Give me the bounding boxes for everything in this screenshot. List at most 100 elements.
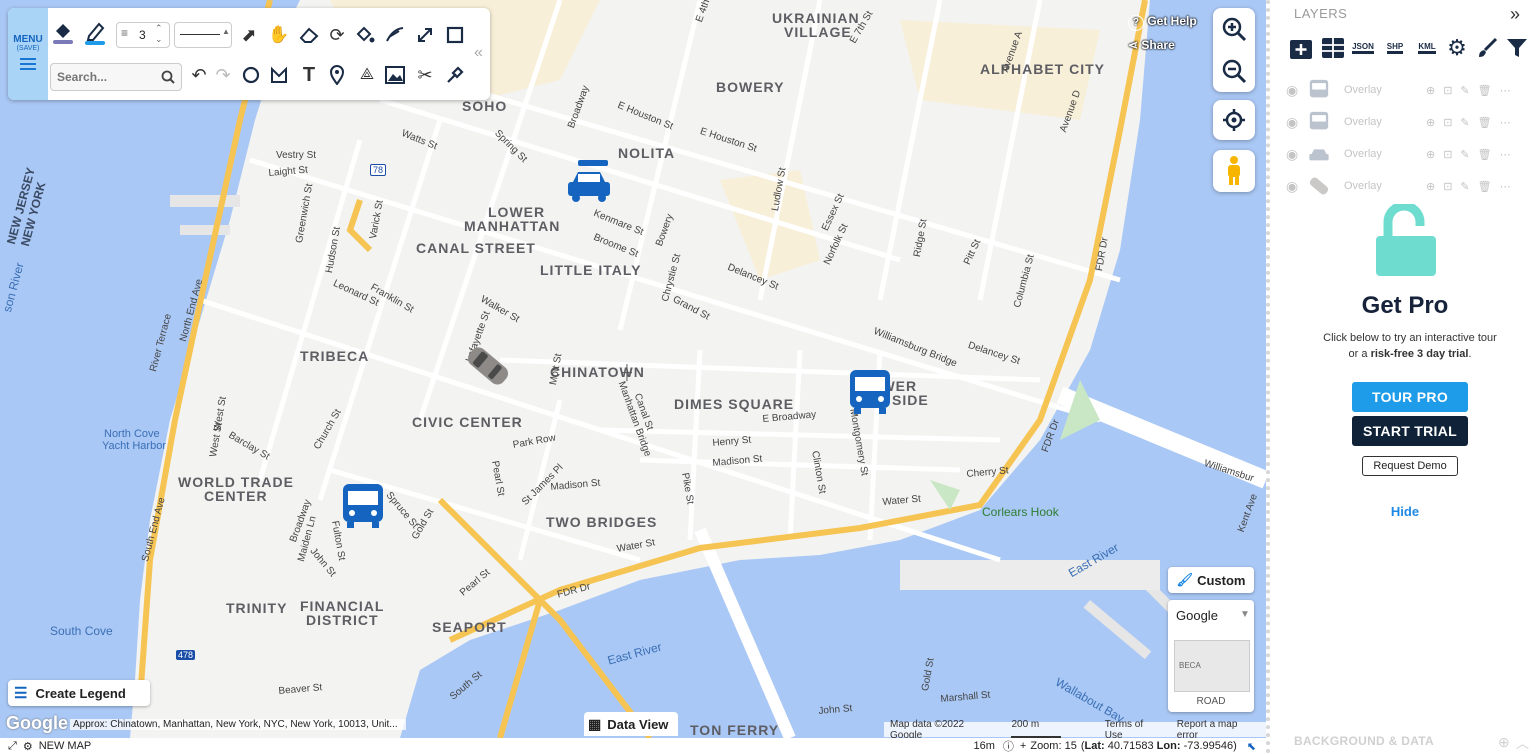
layer-row[interactable]: ◉ Overlay ⊕⊡✎🗑⋯ bbox=[1286, 172, 1532, 200]
expand-icon[interactable]: ⤢ bbox=[8, 740, 17, 753]
redo-button[interactable]: ↷ bbox=[212, 64, 234, 86]
refresh-button[interactable]: ⟳ bbox=[326, 24, 348, 46]
eraser-tool-button[interactable] bbox=[298, 24, 320, 46]
bus-marker[interactable] bbox=[848, 368, 892, 419]
chevron-up-icon[interactable]: ︿ bbox=[1516, 733, 1529, 752]
neighborhood-label: TWO BRIDGES bbox=[546, 514, 658, 530]
select-tool-button[interactable]: ⬈ bbox=[238, 24, 260, 46]
import-kml-button[interactable]: KML bbox=[1414, 34, 1440, 62]
polygon-tool-button[interactable] bbox=[268, 64, 290, 86]
map-thumbnail[interactable]: BECA bbox=[1174, 640, 1250, 692]
paintbrush-icon bbox=[1479, 37, 1498, 57]
fill-color-button[interactable] bbox=[52, 22, 74, 44]
custom-style-button[interactable]: 🖌 Custom bbox=[1168, 567, 1254, 593]
collapse-panel-icon[interactable]: » bbox=[1510, 4, 1520, 25]
share-link[interactable]: ⋖ Share bbox=[1128, 38, 1175, 52]
visibility-eye-icon[interactable]: ◉ bbox=[1286, 114, 1298, 131]
add-layer-button[interactable] bbox=[1288, 34, 1314, 62]
cut-tool-button[interactable]: ✂ bbox=[414, 64, 436, 86]
import-json-button[interactable]: JSON bbox=[1350, 34, 1376, 62]
import-shp-button[interactable]: SHP bbox=[1382, 34, 1408, 62]
eyedropper-button[interactable] bbox=[444, 64, 466, 86]
request-demo-button[interactable]: Request Demo bbox=[1362, 456, 1458, 476]
layer-actions-icon[interactable]: ⊕⊡✎🗑⋯ bbox=[1426, 148, 1519, 161]
search-icon[interactable] bbox=[161, 70, 175, 84]
water-label: North Cove bbox=[104, 428, 160, 440]
car-marker[interactable] bbox=[466, 342, 510, 393]
hide-link[interactable]: Hide bbox=[1270, 504, 1536, 519]
visibility-eye-icon[interactable]: ◉ bbox=[1286, 82, 1298, 99]
neighborhood-label: CENTER bbox=[204, 488, 268, 504]
layer-actions-icon[interactable]: ⊕⊡✎🗑⋯ bbox=[1426, 180, 1519, 193]
info-icon[interactable]: ⓘ bbox=[1003, 738, 1014, 754]
neighborhood-label: BOWERY bbox=[716, 79, 785, 95]
text-icon: T bbox=[302, 63, 316, 86]
line-width-stepper[interactable]: ≡ 3 ⌃ ⌄ bbox=[116, 22, 170, 48]
car-repair-marker[interactable] bbox=[566, 158, 612, 209]
add-layer-icon bbox=[1290, 40, 1312, 59]
undo-button[interactable]: ↶ bbox=[188, 64, 210, 86]
visibility-eye-icon[interactable]: ◉ bbox=[1286, 178, 1298, 195]
map-name[interactable]: NEW MAP bbox=[39, 740, 92, 752]
bus-marker[interactable] bbox=[341, 482, 385, 533]
freehand-tool-button[interactable] bbox=[384, 24, 406, 46]
neighborhood-label: TRIBECA bbox=[300, 348, 370, 364]
text-tool-button[interactable]: T bbox=[298, 64, 320, 86]
search-input[interactable] bbox=[51, 64, 159, 90]
measure-tool-button[interactable]: ⟁ bbox=[356, 64, 378, 86]
add-circle-icon[interactable]: ⊕ bbox=[1498, 734, 1510, 751]
neighborhood-label: DISTRICT bbox=[306, 612, 379, 628]
menu-label: MENU bbox=[13, 34, 43, 45]
table-layer-button[interactable] bbox=[1320, 34, 1346, 62]
car-icon bbox=[467, 347, 509, 385]
collapse-toolbar-button[interactable]: « bbox=[474, 44, 483, 62]
eyedropper-icon bbox=[447, 66, 464, 83]
rectangle-tool-button[interactable] bbox=[444, 24, 466, 46]
search-field[interactable] bbox=[50, 63, 182, 91]
settings-button[interactable]: ⚙ bbox=[1444, 34, 1470, 62]
layer-row[interactable]: ◉ Overlay ⊕⊡✎🗑⋯ bbox=[1286, 76, 1532, 104]
marker-tool-button[interactable] bbox=[326, 64, 348, 86]
locate-button[interactable] bbox=[1213, 100, 1255, 140]
crosshair-cursor-icon: ┼ bbox=[622, 364, 632, 380]
get-help-link[interactable]: ? Get Help bbox=[1128, 14, 1197, 31]
bus-icon bbox=[850, 370, 890, 414]
fill-bucket-icon bbox=[356, 26, 375, 43]
gear-icon[interactable]: ⚙ bbox=[23, 740, 33, 753]
crosshair-icon bbox=[1223, 109, 1245, 131]
line-style-select[interactable]: ▲ bbox=[174, 22, 232, 48]
create-legend-button[interactable]: ☰ Create Legend bbox=[8, 680, 150, 706]
pan-tool-button[interactable]: ✋ bbox=[268, 24, 290, 46]
terms-link[interactable]: Terms of Use bbox=[1105, 719, 1163, 739]
water-label: Yacht Harbor bbox=[102, 440, 166, 452]
filter-button[interactable] bbox=[1504, 34, 1530, 62]
street-view-button[interactable] bbox=[1213, 150, 1255, 192]
map-provider-select[interactable]: Google bbox=[1176, 608, 1218, 623]
map-canvas[interactable]: UKRAINIAN VILLAGE BOWERY ALPHABET CITY S… bbox=[0, 0, 1266, 738]
start-trial-button[interactable]: START TRIAL bbox=[1352, 416, 1468, 446]
layer-row[interactable]: ◉ Overlay ⊕⊡✎🗑⋯ bbox=[1286, 140, 1532, 168]
neighborhood-label: ALPHABET CITY bbox=[980, 61, 1105, 77]
table-icon: ▦ bbox=[588, 715, 602, 732]
zoom-out-button[interactable] bbox=[1221, 50, 1247, 92]
layer-actions-icon[interactable]: ⊕⊡✎🗑⋯ bbox=[1426, 116, 1519, 129]
layer-actions-icon[interactable]: ⊕⊡✎🗑⋯ bbox=[1426, 84, 1519, 97]
car-icon bbox=[1310, 177, 1329, 195]
expand-arrows-icon bbox=[418, 28, 432, 42]
zoom-in-button[interactable] bbox=[1221, 8, 1247, 50]
neighborhood-label: CANAL STREET bbox=[416, 240, 536, 256]
image-tool-button[interactable] bbox=[384, 64, 406, 86]
map-type-switcher[interactable]: Google ▼ BECA ROAD bbox=[1168, 600, 1254, 712]
tour-pro-button[interactable]: TOUR PRO bbox=[1352, 382, 1468, 412]
circle-tool-button[interactable] bbox=[240, 64, 262, 86]
resize-tool-button[interactable] bbox=[414, 24, 436, 46]
report-error-link[interactable]: Report a map error bbox=[1177, 719, 1260, 739]
data-view-button[interactable]: ▦ Data View bbox=[584, 712, 678, 736]
line-color-button[interactable] bbox=[84, 22, 106, 45]
layer-row[interactable]: ◉ Overlay ⊕⊡✎🗑⋯ bbox=[1286, 108, 1532, 136]
menu-button[interactable]: MENU (SAVE) bbox=[8, 8, 48, 100]
style-button[interactable] bbox=[1474, 34, 1500, 62]
fill-tool-button[interactable] bbox=[354, 24, 376, 46]
visibility-eye-icon[interactable]: ◉ bbox=[1286, 146, 1298, 163]
background-data-section[interactable]: BACKGROUND & DATA bbox=[1294, 734, 1434, 748]
